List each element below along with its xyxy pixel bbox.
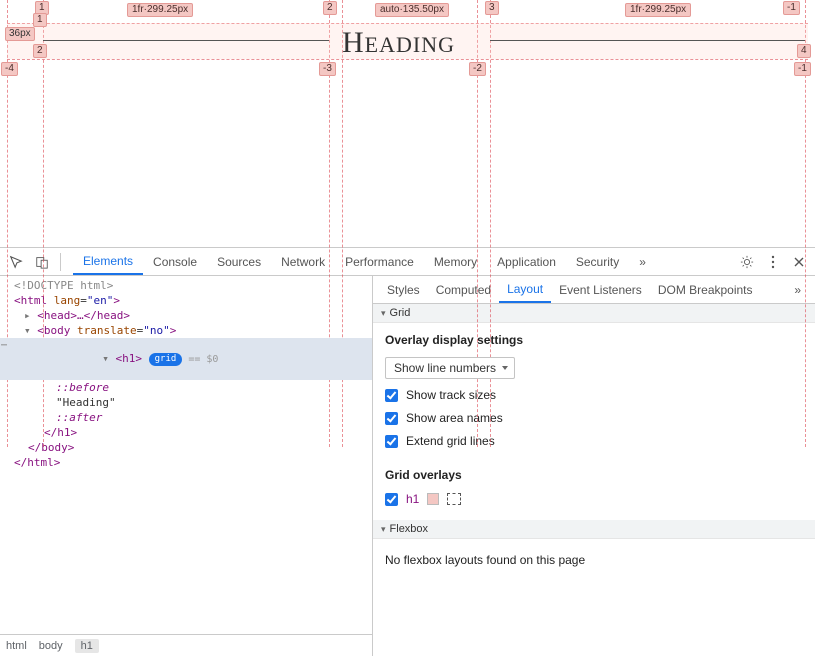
chk-show-track-sizes[interactable]: Show track sizes (385, 388, 803, 402)
device-toggle-icon[interactable] (30, 250, 54, 274)
subtab-layout[interactable]: Layout (499, 276, 551, 303)
overlay-display-title: Overlay display settings (385, 333, 803, 347)
dom-tree[interactable]: <!DOCTYPE html> <html lang="en"> ▸ <head… (0, 276, 372, 634)
heading-rule-right (490, 40, 805, 41)
flexbox-section-header[interactable]: ▾Flexbox (373, 520, 815, 539)
track-size-col3: 1fr·299.25px (625, 3, 691, 17)
grid-overlays-title: Grid overlays (385, 468, 803, 482)
track-size-col2: auto·135.50px (375, 3, 449, 17)
subtab-dom-breakpoints[interactable]: DOM Breakpoints (650, 276, 761, 303)
tab-application[interactable]: Application (487, 248, 566, 275)
devtools-panel: Elements Console Sources Network Perform… (0, 247, 815, 656)
col-line-4: 4 (797, 44, 811, 58)
crumb-h1[interactable]: h1 (75, 639, 99, 653)
selected-element-h1[interactable]: ⋯▾ <h1> grid == $0 (0, 338, 372, 380)
settings-icon[interactable] (735, 250, 759, 274)
row-line-2: 2 (33, 44, 47, 58)
col-line-neg1-top: -1 (783, 1, 800, 15)
elements-pane: <!DOCTYPE html> <html lang="en"> ▸ <head… (0, 276, 373, 656)
sidebar-pane: Styles Computed Layout Event Listeners D… (373, 276, 815, 656)
chk-overlay-h1[interactable] (385, 493, 398, 506)
row-line-1: 1 (33, 13, 47, 27)
subtab-event-listeners[interactable]: Event Listeners (551, 276, 650, 303)
main-tabs: Elements Console Sources Network Perform… (73, 248, 733, 275)
tab-network[interactable]: Network (271, 248, 335, 275)
heading-rule-left (43, 40, 329, 41)
tab-performance[interactable]: Performance (335, 248, 424, 275)
chk-extend-grid-lines[interactable]: Extend grid lines (385, 434, 803, 448)
tab-console[interactable]: Console (143, 248, 207, 275)
col-neg-1: -1 (794, 62, 811, 76)
col-neg-3: -3 (319, 62, 336, 76)
col-neg-4: -4 (1, 62, 18, 76)
subtab-computed[interactable]: Computed (428, 276, 499, 303)
col-line-3: 3 (485, 1, 499, 15)
col-line-2: 2 (323, 1, 337, 15)
overlay-color-swatch[interactable] (427, 493, 439, 505)
tab-overflow[interactable]: » (629, 248, 656, 275)
grid-section-header[interactable]: ▾Grid (373, 304, 815, 323)
row-height-label: 36px (5, 27, 35, 41)
grid-overlay: 1fr·299.25px auto·135.50px 1fr·299.25px … (7, 23, 808, 247)
crumb-html[interactable]: html (6, 640, 27, 652)
devtools-toolbar: Elements Console Sources Network Perform… (0, 248, 815, 276)
sidebar-tabs: Styles Computed Layout Event Listeners D… (373, 276, 815, 304)
subtab-styles[interactable]: Styles (379, 276, 428, 303)
flexbox-empty-message: No flexbox layouts found on this page (373, 539, 815, 581)
breadcrumb: html body h1 (0, 634, 372, 656)
overlay-h1-label[interactable]: h1 (406, 492, 419, 506)
grid-badge[interactable]: grid (149, 353, 183, 366)
layout-options-icon[interactable] (447, 493, 461, 505)
line-numbers-select[interactable]: Show line numbers (385, 357, 515, 379)
heading-text: HEADING (342, 26, 455, 60)
rendered-page: 1fr·299.25px auto·135.50px 1fr·299.25px … (0, 0, 815, 247)
tab-security[interactable]: Security (566, 248, 629, 275)
kebab-menu-icon[interactable] (761, 250, 785, 274)
track-size-col1: 1fr·299.25px (127, 3, 193, 17)
close-icon[interactable] (787, 250, 811, 274)
tab-elements[interactable]: Elements (73, 248, 143, 275)
crumb-body[interactable]: body (39, 640, 63, 652)
tab-sources[interactable]: Sources (207, 248, 271, 275)
chk-show-area-names[interactable]: Show area names (385, 411, 803, 425)
col-neg-2: -2 (469, 62, 486, 76)
